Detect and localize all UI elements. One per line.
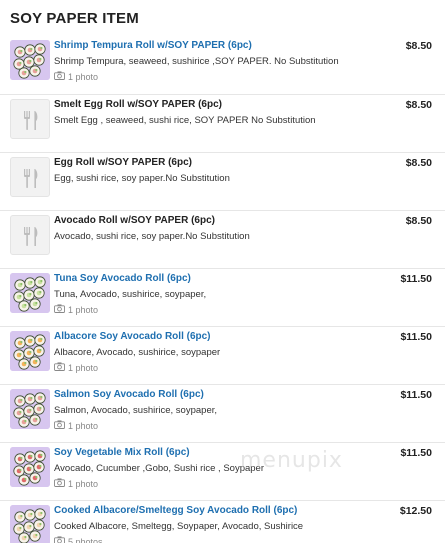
menu-item[interactable]: Shrimp Tempura Roll w/SOY PAPER (6pc) $8.… [0,36,445,94]
photo-count: 1 photo [68,478,99,489]
item-name: Avocado Roll w/SOY PAPER (6pc) [54,215,215,226]
menu-item[interactable]: Salmon Soy Avocado Roll (6pc) $11.50 Salmo… [0,384,445,442]
menu-item[interactable]: Cooked Albacore/Smeltegg Soy Avocado Rol… [0,500,445,543]
item-name[interactable]: Tuna Soy Avocado Roll (6pc) [54,273,191,284]
item-price: $8.50 [405,40,432,52]
item-name[interactable]: Salmon Soy Avocado Roll (6pc) [54,389,204,400]
watermark: menupix [240,448,343,473]
item-description: Avocado, Cucumber ,Gobo, Sushi rice , So… [54,463,264,474]
item-price: $8.50 [405,215,432,227]
photo-count: 5 photos [68,536,103,543]
menu-item[interactable]: Albacore Soy Avocado Roll (6pc) $11.50 Alb… [0,326,445,384]
photo-count: 1 photo [68,304,99,315]
item-photo[interactable] [10,40,50,80]
item-name[interactable]: Soy Vegetable Mix Roll (6pc) [54,447,190,458]
camera-icon [54,478,65,489]
fork-knife-icon [10,157,50,197]
photo-count-link[interactable]: 1 photo [54,362,98,373]
photo-count-link[interactable]: 1 photo [54,304,98,315]
item-price: $8.50 [405,157,432,169]
item-name[interactable]: Albacore Soy Avocado Roll (6pc) [54,331,211,342]
menu-item-list: Shrimp Tempura Roll w/SOY PAPER (6pc) $8.… [0,36,445,543]
menu-item[interactable]: Tuna Soy Avocado Roll (6pc) $11.50 Tuna, A… [0,268,445,326]
fork-knife-icon [10,215,50,255]
photo-count-link[interactable]: 1 photo [54,71,98,82]
photo-count-link[interactable]: 1 photo [54,478,98,489]
item-price: $11.50 [400,447,432,459]
item-price: $11.50 [400,389,432,401]
item-photo[interactable] [10,389,50,429]
item-description: Avocado, sushi rice, soy paper.No Substi… [54,231,250,242]
camera-icon [54,536,65,543]
item-description: Smelt Egg , seaweed, sushi rice, SOY PAP… [54,115,316,126]
item-name[interactable]: Shrimp Tempura Roll w/SOY PAPER (6pc) [54,40,252,51]
item-description: Shrimp Tempura, seaweed, sushirice ,SOY … [54,56,339,67]
item-name: Egg Roll w/SOY PAPER (6pc) [54,157,192,168]
item-photo[interactable] [10,505,50,543]
item-price: $12.50 [399,505,432,517]
item-photo[interactable] [10,331,50,371]
camera-icon [54,362,65,373]
menu-item[interactable]: Avocado Roll w/SOY PAPER (6pc) $8.50 Avoca… [0,210,445,268]
item-photo[interactable] [10,447,50,487]
item-price: $11.50 [400,273,432,285]
item-description: Cooked Albacore, Smeltegg, Soypaper, Avo… [54,521,304,532]
camera-icon [54,71,65,82]
item-name: Smelt Egg Roll w/SOY PAPER (6pc) [54,99,222,110]
photo-count-link[interactable]: 1 photo [54,420,98,431]
section-title: SOY PAPER ITEM [10,10,139,27]
photo-count: 1 photo [68,420,99,431]
fork-knife-icon [10,99,50,139]
camera-icon [54,304,65,315]
item-description: Egg, sushi rice, soy paper.No Substituti… [54,173,230,184]
item-description: Tuna, Avocado, sushirice, soypaper, [54,289,207,300]
item-photo[interactable] [10,273,50,313]
item-price: $11.50 [400,331,432,343]
item-price: $8.50 [405,99,432,111]
item-description: Albacore, Avocado, sushirice, soypaper [54,347,221,358]
menu-item[interactable]: Soy Vegetable Mix Roll (6pc) $11.50 Avocad… [0,442,445,500]
menu-item[interactable]: Egg Roll w/SOY PAPER (6pc) $8.50 Egg, sush… [0,152,445,210]
item-name[interactable]: Cooked Albacore/Smeltegg Soy Avocado Rol… [54,505,297,516]
photo-count: 1 photo [68,71,99,82]
item-description: Salmon, Avocado, sushirice, soypaper, [54,405,218,416]
photo-count-link[interactable]: 5 photos [54,536,103,543]
menu-item[interactable]: Smelt Egg Roll w/SOY PAPER (6pc) $8.50 Sme… [0,94,445,152]
photo-count: 1 photo [68,362,99,373]
camera-icon [54,420,65,431]
